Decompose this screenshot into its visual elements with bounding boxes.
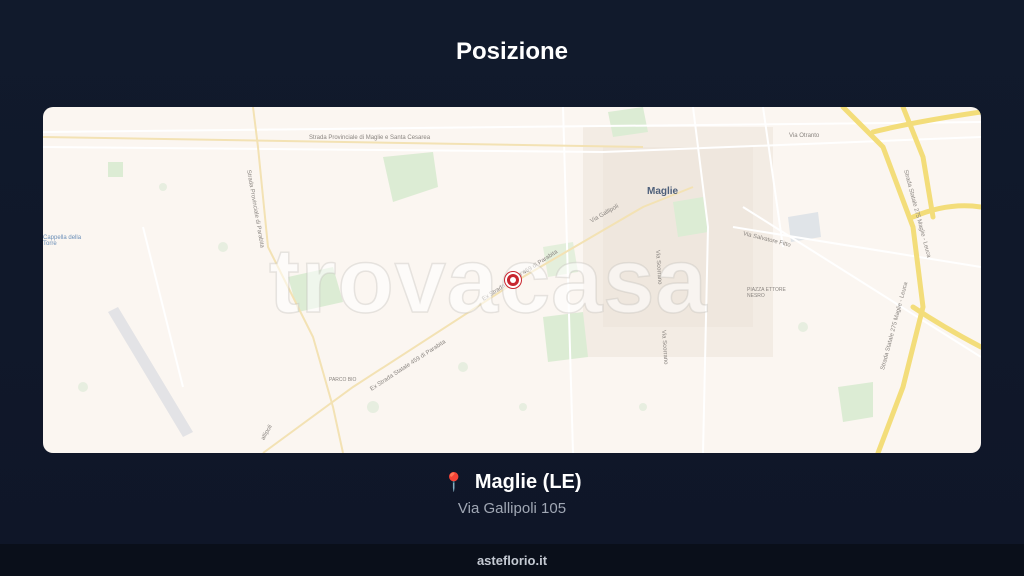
footer-site[interactable]: asteflorio.it — [477, 553, 547, 568]
watermark: trovacasa — [268, 229, 708, 333]
location-address: Via Gallipoli 105 — [457, 500, 567, 517]
pin-icon: 📍 — [442, 472, 465, 492]
location-name: Maglie (LE) — [474, 471, 582, 493]
location-map[interactable]: Strada Provinciale di Maglie e Santa Ces… — [43, 107, 981, 453]
road-label: Strada Provinciale di Maglie e Santa Ces… — [309, 135, 431, 141]
location-marker-icon[interactable] — [505, 272, 521, 288]
poi-label: PIAZZA ETTORE NESRO — [747, 287, 786, 299]
location-heading: 📍 Maglie (LE) — [0, 471, 1024, 494]
poi-label: Cappella della Torre — [43, 235, 82, 247]
page-title: Posizione — [455, 38, 569, 65]
poi-label: PARCO BIO — [329, 377, 357, 383]
footer: asteflorio.it — [0, 544, 1024, 576]
road-label: Via Otranto — [789, 133, 820, 139]
town-label: Maglie — [647, 186, 679, 197]
